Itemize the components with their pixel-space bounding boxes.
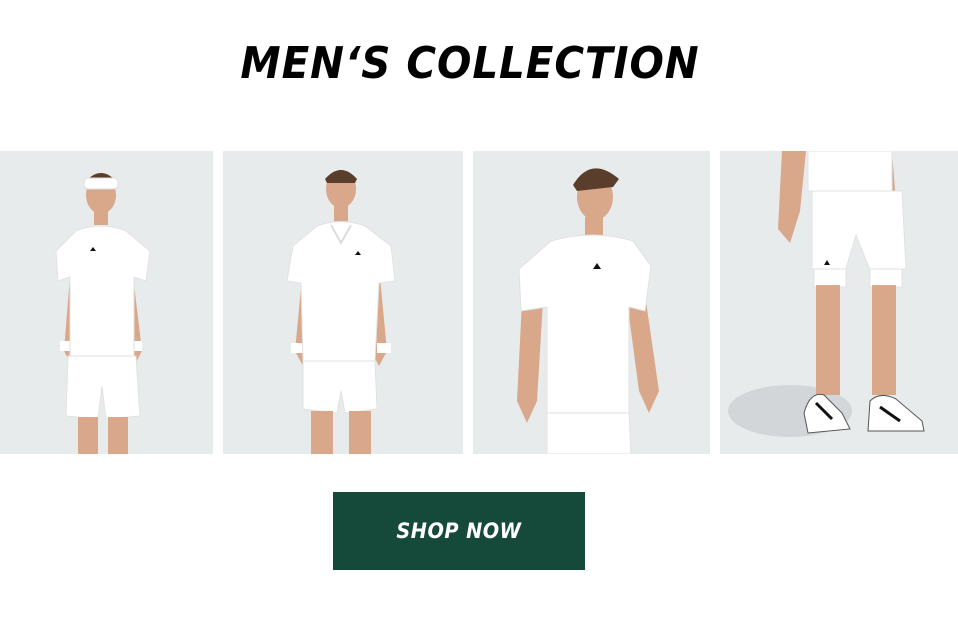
shop-now-label: SHOP NOW xyxy=(396,519,522,543)
product-image-polo-shorts[interactable] xyxy=(223,151,463,454)
model-illustration xyxy=(223,151,463,454)
model-illustration xyxy=(0,151,213,454)
product-image-headband-tee-shorts[interactable] xyxy=(0,151,213,454)
model-illustration xyxy=(473,151,710,454)
collection-heading: MEN‘S COLLECTION xyxy=(240,38,700,89)
product-image-crew-tee[interactable] xyxy=(473,151,710,454)
model-illustration xyxy=(720,151,958,454)
shop-now-button[interactable]: SHOP NOW xyxy=(333,492,585,570)
product-image-shorts-shoes[interactable] xyxy=(720,151,958,454)
